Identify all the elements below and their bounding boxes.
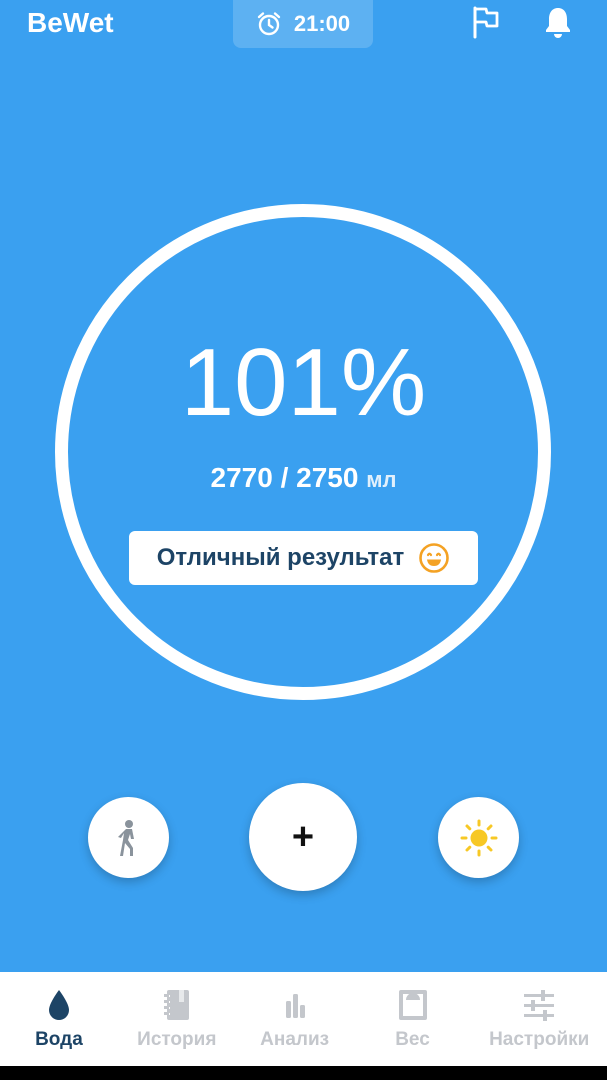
alarm-clock-icon bbox=[257, 12, 281, 36]
nav-item-settings[interactable]: Настройки bbox=[471, 972, 607, 1066]
nav-item-weight[interactable]: Вес bbox=[354, 972, 472, 1066]
intake-amount: 2770 / 2750 мл bbox=[0, 460, 607, 498]
alarm-button[interactable]: 21:00 bbox=[233, 0, 373, 48]
main-screen: BeWet 21:00 101% 2770 / 2750 мл Отличный… bbox=[0, 0, 607, 972]
scale-icon bbox=[398, 990, 427, 1020]
nav-label-settings: Настройки bbox=[489, 1029, 590, 1050]
intake-current: 2770 bbox=[210, 462, 273, 493]
water-drop-icon bbox=[48, 990, 69, 1020]
flag-icon[interactable] bbox=[471, 5, 501, 39]
intake-separator: / bbox=[280, 462, 289, 493]
plus-icon: + bbox=[291, 816, 315, 858]
alarm-time: 21:00 bbox=[293, 11, 351, 36]
progress-ring bbox=[55, 204, 551, 700]
intake-goal: 2750 bbox=[296, 462, 359, 493]
status-message: Отличный результат bbox=[156, 544, 405, 571]
sliders-icon bbox=[524, 990, 555, 1021]
walking-person-icon bbox=[117, 819, 134, 856]
nav-item-history[interactable]: История bbox=[118, 972, 236, 1066]
smiling-face-icon bbox=[419, 543, 450, 573]
bottom-navigation: Вода История Анализ Вес Настройки bbox=[0, 972, 607, 1066]
nav-label-water: Вода bbox=[35, 1029, 83, 1050]
nav-label-analysis: Анализ bbox=[260, 1029, 330, 1050]
add-water-button[interactable]: + bbox=[249, 783, 357, 891]
weather-button[interactable] bbox=[438, 797, 519, 878]
sun-icon bbox=[460, 819, 497, 856]
bell-icon[interactable] bbox=[543, 5, 573, 39]
nav-label-history: История bbox=[137, 1029, 217, 1050]
nav-item-analysis[interactable]: Анализ bbox=[236, 972, 354, 1066]
activity-button[interactable] bbox=[88, 797, 169, 878]
progress-percent: 101% bbox=[180, 329, 427, 436]
bar-chart-icon bbox=[285, 994, 305, 1018]
intake-unit: мл bbox=[366, 467, 397, 492]
nav-label-weight: Вес bbox=[395, 1029, 430, 1050]
status-badge: Отличный результат bbox=[129, 531, 478, 585]
nav-item-water[interactable]: Вода bbox=[0, 972, 118, 1066]
app-title: BeWet bbox=[27, 7, 114, 38]
notebook-icon bbox=[163, 990, 189, 1020]
